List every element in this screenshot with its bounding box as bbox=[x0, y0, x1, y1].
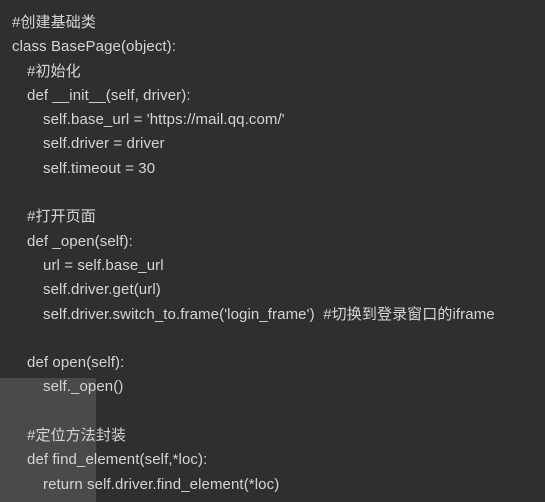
code-line[interactable]: self._open() bbox=[0, 375, 545, 399]
code-line[interactable]: url = self.base_url bbox=[0, 254, 545, 278]
code-line[interactable]: self.driver.get(url) bbox=[0, 278, 545, 302]
code-line[interactable]: self.driver.switch_to.frame('login_frame… bbox=[0, 303, 545, 327]
code-line[interactable]: self.driver = driver bbox=[0, 132, 545, 156]
code-line[interactable]: def open(self): bbox=[0, 351, 545, 375]
code-line[interactable]: #定位方法封装 bbox=[0, 424, 545, 448]
code-line[interactable]: self.timeout = 30 bbox=[0, 157, 545, 181]
code-line[interactable]: #创建基础类 bbox=[0, 11, 545, 35]
code-line-list[interactable]: #创建基础类 class BasePage(object): #初始化 def __i… bbox=[0, 0, 545, 497]
code-line[interactable] bbox=[0, 400, 545, 424]
code-line[interactable]: class BasePage(object): bbox=[0, 35, 545, 59]
code-line[interactable] bbox=[0, 181, 545, 205]
code-line[interactable]: return self.driver.find_element(*loc) bbox=[0, 473, 545, 497]
code-viewer[interactable]: #创建基础类 class BasePage(object): #初始化 def __i… bbox=[0, 0, 545, 502]
code-line[interactable]: def _open(self): bbox=[0, 230, 545, 254]
code-line[interactable]: def find_element(self,*loc): bbox=[0, 448, 545, 472]
code-line[interactable] bbox=[0, 327, 545, 351]
code-line[interactable]: #打开页面 bbox=[0, 205, 545, 229]
code-line[interactable]: self.base_url = 'https://mail.qq.com/' bbox=[0, 108, 545, 132]
code-line[interactable]: def __init__(self, driver): bbox=[0, 84, 545, 108]
code-line[interactable]: #初始化 bbox=[0, 60, 545, 84]
